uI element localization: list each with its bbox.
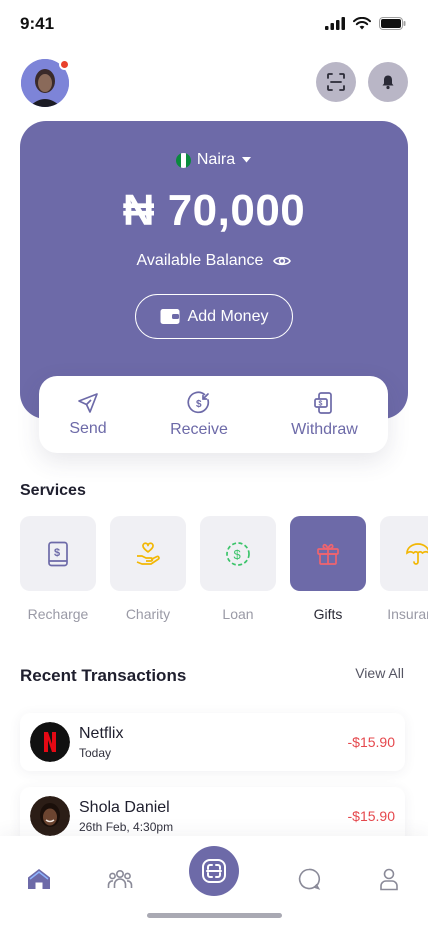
scan-icon bbox=[327, 73, 345, 91]
service-tile bbox=[290, 516, 366, 591]
withdraw-icon: $ bbox=[313, 391, 332, 414]
service-gifts[interactable]: Gifts bbox=[290, 516, 366, 622]
umbrella-icon bbox=[406, 542, 428, 565]
status-time: 9:41 bbox=[20, 14, 55, 33]
service-label: Charity bbox=[125, 606, 171, 622]
service-loan[interactable]: $ Loan bbox=[200, 516, 276, 622]
send-label: Send bbox=[69, 419, 107, 437]
home-icon bbox=[28, 869, 50, 889]
add-money-label: Add Money bbox=[187, 307, 269, 325]
scan-button[interactable] bbox=[316, 62, 356, 102]
status-bar: 9:41 bbox=[0, 0, 428, 50]
currency-selector[interactable]: Naira bbox=[20, 151, 408, 169]
currency-label: Naira bbox=[196, 151, 236, 168]
group-icon bbox=[107, 869, 133, 888]
cellular-signal-icon bbox=[325, 17, 345, 30]
charity-icon bbox=[136, 541, 160, 565]
transaction-row[interactable]: Netflix Today -$15.90 bbox=[20, 713, 405, 771]
balance-label-row: Available Balance bbox=[20, 252, 408, 270]
gift-icon bbox=[317, 543, 339, 565]
user-icon bbox=[380, 868, 398, 891]
loan-icon: $ bbox=[226, 541, 250, 566]
chevron-down-icon bbox=[242, 157, 252, 163]
service-tile: $ bbox=[200, 516, 276, 591]
view-all-link[interactable]: View All bbox=[355, 665, 404, 681]
service-tile bbox=[110, 516, 186, 591]
send-button[interactable]: Send bbox=[39, 376, 137, 453]
svg-text:$: $ bbox=[54, 547, 60, 559]
balance-card: Naira ₦ 70,000 Available Balance Add Mon… bbox=[20, 121, 408, 419]
add-money-button[interactable]: Add Money bbox=[135, 294, 293, 339]
nav-community[interactable] bbox=[106, 865, 134, 893]
nav-profile[interactable] bbox=[375, 865, 403, 893]
service-insurance[interactable]: Insurance bbox=[380, 516, 428, 622]
withdraw-label: Withdraw bbox=[291, 420, 358, 438]
scan-icon bbox=[202, 859, 226, 883]
notifications-button[interactable] bbox=[368, 62, 408, 102]
services-title: Services bbox=[20, 482, 86, 499]
svg-text:$: $ bbox=[318, 400, 322, 407]
service-label: Insurance bbox=[387, 606, 428, 622]
battery-icon bbox=[379, 17, 406, 30]
nigeria-flag-icon bbox=[175, 152, 191, 168]
transaction-amount: -$15.90 bbox=[347, 734, 395, 750]
service-label: Gifts bbox=[313, 606, 343, 622]
notification-dot bbox=[59, 59, 70, 70]
svg-text:$: $ bbox=[196, 399, 202, 410]
wallet-icon bbox=[160, 309, 180, 324]
status-icons bbox=[325, 17, 406, 30]
chat-icon bbox=[298, 868, 321, 890]
service-charity[interactable]: Charity bbox=[110, 516, 186, 622]
balance-amount: ₦ 70,000 bbox=[122, 186, 306, 235]
nav-scan-center[interactable] bbox=[189, 846, 239, 896]
send-icon bbox=[78, 392, 98, 413]
receive-label: Receive bbox=[170, 420, 228, 438]
recent-transactions-title: Recent Transactions bbox=[20, 666, 187, 685]
home-indicator bbox=[147, 913, 282, 918]
quick-actions: Send $ Receive $ Withdraw bbox=[39, 376, 388, 453]
receive-icon: $ bbox=[187, 391, 210, 413]
bell-icon bbox=[382, 75, 394, 90]
wifi-icon bbox=[353, 17, 371, 30]
contact-avatar bbox=[30, 796, 70, 836]
service-label: Loan bbox=[222, 606, 254, 622]
service-label: Recharge bbox=[27, 606, 89, 622]
nav-home[interactable] bbox=[25, 865, 53, 893]
recharge-icon: $ bbox=[48, 541, 68, 566]
svg-text:$: $ bbox=[234, 547, 242, 562]
service-tile bbox=[380, 516, 428, 591]
netflix-logo bbox=[30, 722, 70, 762]
withdraw-button[interactable]: $ Withdraw bbox=[261, 376, 388, 453]
transaction-date: Today bbox=[79, 746, 112, 760]
services-list: $ Recharge Charity $ Loan Gifts Insura bbox=[20, 516, 428, 626]
nav-chat[interactable] bbox=[295, 865, 323, 893]
service-recharge[interactable]: $ Recharge bbox=[20, 516, 96, 622]
available-balance-label: Available Balance bbox=[136, 252, 264, 269]
eye-icon[interactable] bbox=[273, 254, 292, 268]
transaction-date: 26th Feb, 4:30pm bbox=[79, 820, 174, 834]
profile-avatar[interactable] bbox=[21, 59, 70, 107]
bottom-navigation bbox=[0, 836, 428, 926]
service-tile: $ bbox=[20, 516, 96, 591]
transaction-name: Netflix bbox=[79, 725, 124, 742]
receive-button[interactable]: $ Receive bbox=[137, 376, 261, 453]
transaction-amount: -$15.90 bbox=[347, 808, 395, 824]
transaction-name: Shola Daniel bbox=[79, 799, 170, 816]
